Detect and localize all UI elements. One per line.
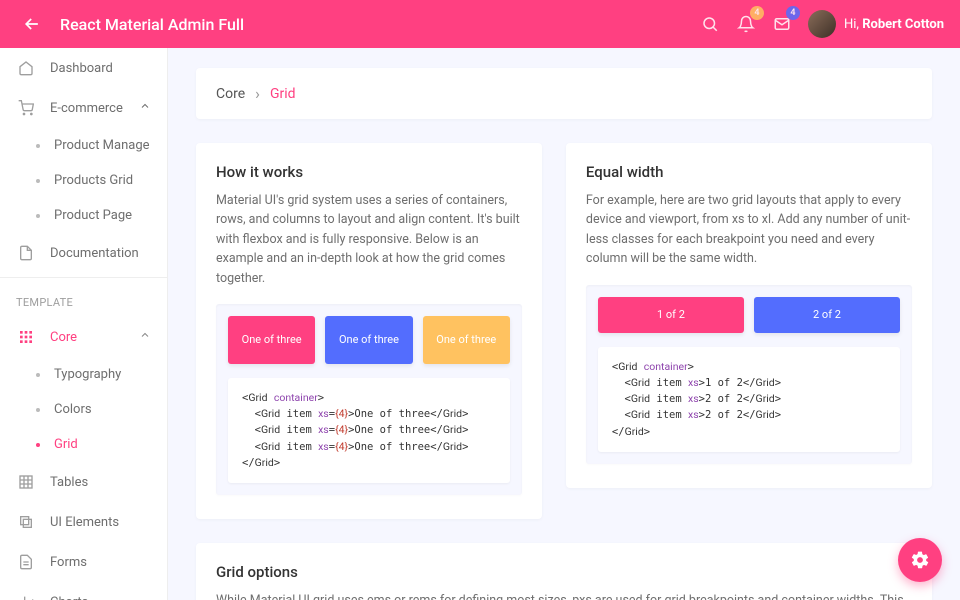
chevron-right-icon: › <box>255 84 260 103</box>
sidebar-section-label: TEMPLATE <box>0 282 167 317</box>
dot-icon <box>36 443 40 447</box>
grid-cell: One of three <box>228 316 315 364</box>
document-icon <box>16 243 36 263</box>
messages-badge: 4 <box>786 6 800 20</box>
grid-cell: 1 of 2 <box>598 297 744 333</box>
sidebar-item-core[interactable]: Core <box>0 317 167 357</box>
layers-icon <box>16 512 36 532</box>
grid-apps-icon <box>16 327 36 347</box>
card-body: While Material UI grid uses ems or rems … <box>216 591 912 600</box>
cart-icon <box>16 98 36 118</box>
main-content[interactable]: Core › Grid How it works Material UI's g… <box>168 48 960 600</box>
sidebar-item-label: Dashboard <box>50 61 113 76</box>
dot-icon <box>36 373 40 377</box>
form-icon <box>16 552 36 572</box>
chart-icon <box>16 592 36 600</box>
card-title: How it works <box>216 163 522 181</box>
greeting: Hi, Robert Cotton <box>844 17 944 32</box>
sidebar-item-label: Core <box>50 330 77 345</box>
home-icon <box>16 58 36 78</box>
sidebar-item-documentation[interactable]: Documentation <box>0 233 167 273</box>
card-grid-options: Grid options While Material UI grid uses… <box>196 543 932 600</box>
sidebar-item-forms[interactable]: Forms <box>0 542 167 582</box>
sidebar-item-dashboard[interactable]: Dashboard <box>0 48 167 88</box>
breadcrumb-root[interactable]: Core <box>216 86 245 102</box>
card-body: For example, here are two grid layouts t… <box>586 191 912 269</box>
grid-cell: 2 of 2 <box>754 297 900 333</box>
sidebar-item-label: Forms <box>50 555 87 570</box>
card-body: Material UI's grid system uses a series … <box>216 191 522 288</box>
sidebar-item-products-grid[interactable]: Products Grid <box>0 163 167 198</box>
card-equal-width: Equal width For example, here are two gr… <box>566 143 932 488</box>
demo-container: 1 of 2 2 of 2 <Grid container> <Grid ite… <box>586 285 912 464</box>
gear-icon <box>910 550 930 570</box>
sidebar-item-label: UI Elements <box>50 515 119 530</box>
sidebar-item-colors[interactable]: Colors <box>0 392 167 427</box>
table-icon <box>16 472 36 492</box>
sidebar-item-label: E-commerce <box>50 101 123 116</box>
sidebar-item-label: Grid <box>54 437 78 452</box>
chevron-up-icon <box>139 100 151 116</box>
sidebar-item-label: Product Page <box>54 208 132 223</box>
notifications-badge: 4 <box>750 6 764 20</box>
back-button[interactable] <box>16 8 48 40</box>
sidebar-item-ui-elements[interactable]: UI Elements <box>0 502 167 542</box>
app-title: React Material Admin Full <box>60 15 244 34</box>
grid-row: 1 of 2 2 of 2 <box>598 297 900 333</box>
sidebar-item-label: Colors <box>54 402 92 417</box>
code-snippet: <Grid container> <Grid item xs={4}>One o… <box>228 378 510 483</box>
dot-icon <box>36 144 40 148</box>
dot-icon <box>36 214 40 218</box>
messages-button[interactable]: 4 <box>764 6 800 42</box>
card-title: Equal width <box>586 163 912 181</box>
search-icon <box>701 15 719 33</box>
sidebar-item-label: Tables <box>50 475 88 490</box>
sidebar-item-grid[interactable]: Grid <box>0 427 167 462</box>
sidebar-item-label: Products Grid <box>54 173 133 188</box>
sidebar-item-tables[interactable]: Tables <box>0 462 167 502</box>
card-title: Grid options <box>216 563 912 581</box>
grid-cell: One of three <box>325 316 412 364</box>
breadcrumb: Core › Grid <box>196 68 932 119</box>
sidebar-item-charts[interactable]: Charts <box>0 582 167 600</box>
settings-fab[interactable] <box>898 538 942 582</box>
sidebar-item-product-manage[interactable]: Product Manage <box>0 128 167 163</box>
demo-container: One of three One of three One of three <… <box>216 304 522 495</box>
avatar[interactable] <box>808 10 836 38</box>
app-header: React Material Admin Full 4 4 Hi, Robert… <box>0 0 960 48</box>
grid-row: One of three One of three One of three <box>228 316 510 364</box>
sidebar-item-label: Documentation <box>50 246 139 261</box>
search-button[interactable] <box>692 6 728 42</box>
chevron-up-icon <box>139 329 151 345</box>
sidebar-item-label: Product Manage <box>54 138 150 153</box>
divider <box>0 277 167 278</box>
arrow-left-icon <box>22 14 42 34</box>
sidebar: Dashboard E-commerce Product Manage Prod… <box>0 48 168 600</box>
notifications-button[interactable]: 4 <box>728 6 764 42</box>
dot-icon <box>36 408 40 412</box>
grid-cell: One of three <box>423 316 510 364</box>
card-how-it-works: How it works Material UI's grid system u… <box>196 143 542 519</box>
sidebar-item-label: Typography <box>54 367 121 382</box>
dot-icon <box>36 179 40 183</box>
sidebar-item-product-page[interactable]: Product Page <box>0 198 167 233</box>
sidebar-item-ecommerce[interactable]: E-commerce <box>0 88 167 128</box>
sidebar-item-typography[interactable]: Typography <box>0 357 167 392</box>
sidebar-item-label: Charts <box>50 595 88 600</box>
code-snippet: <Grid container> <Grid item xs>1 of 2</G… <box>598 347 900 452</box>
breadcrumb-current: Grid <box>270 86 296 102</box>
